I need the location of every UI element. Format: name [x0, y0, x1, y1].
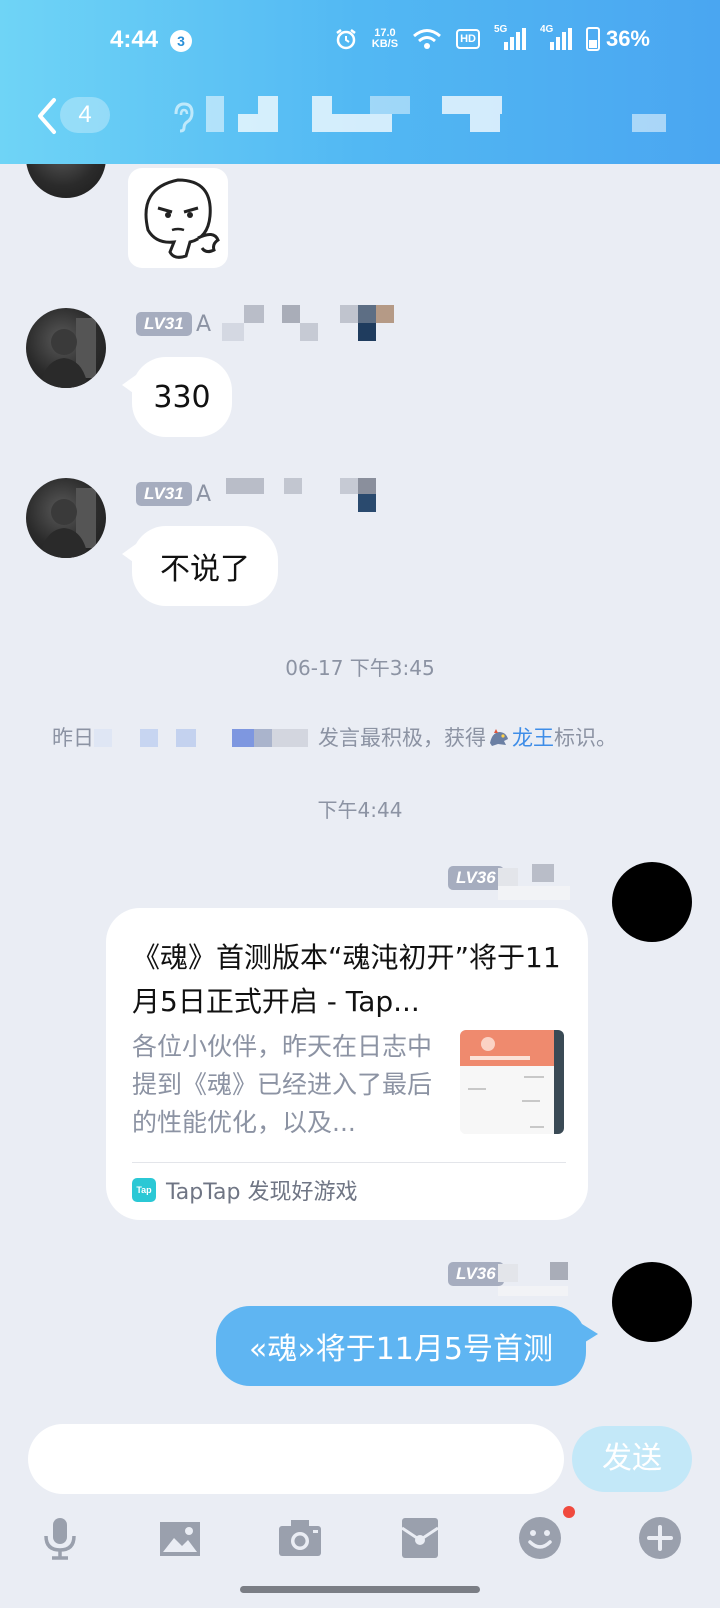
message-text: «魂»将于11月5号首测 [249, 1332, 553, 1367]
person-photo-icon [40, 488, 96, 558]
battery-indicator: 36% [585, 26, 650, 52]
blurred-name [222, 476, 402, 516]
network-speed-unit: KB/S [371, 38, 399, 50]
taptap-icon: Tap [132, 1178, 156, 1202]
message-input[interactable] [28, 1424, 564, 1494]
blurred-name [498, 1260, 578, 1300]
my-avatar[interactable] [612, 1262, 692, 1342]
link-card-description: 各位小伙伴，昨天在日志中提到《魂》已经进入了最后的性能优化，以及... [132, 1032, 433, 1137]
nav-bar: 4 [0, 82, 720, 164]
message-bubble[interactable]: 330 [122, 357, 232, 437]
home-indicator[interactable] [240, 1586, 480, 1593]
level-badge: LV36 [448, 866, 504, 890]
system-message-prefix: 昨日 [52, 726, 94, 750]
signal-5g-label: 5G [493, 24, 508, 35]
chat-header: 4:44 3 17.0 KB/S HD 5G 4G 36% 4 [0, 0, 720, 164]
mic-icon[interactable] [36, 1514, 84, 1562]
battery-percent: 36% [605, 26, 650, 51]
camera-icon[interactable] [276, 1514, 324, 1562]
sticker-message[interactable] [128, 168, 228, 268]
sender-name: A [196, 312, 212, 337]
signal-4g-icon: 4G [540, 24, 572, 50]
input-toolbar [0, 1498, 720, 1578]
message-bubble[interactable]: 不说了 [122, 526, 278, 606]
avatar[interactable] [26, 478, 106, 558]
blurred-name [94, 725, 318, 749]
dragon-king-label[interactable]: 龙王 [512, 722, 554, 752]
signal-5g-icon: 5G [494, 24, 526, 50]
level-badge: LV31 [136, 482, 192, 506]
unread-count-badge[interactable]: 4 [60, 97, 110, 133]
message-text: 330 [153, 379, 211, 415]
back-chevron-icon[interactable] [32, 94, 62, 138]
blurred-name [498, 862, 578, 902]
battery-icon [585, 27, 600, 51]
sticker-face-icon [144, 178, 220, 259]
status-bar: 4:44 3 17.0 KB/S HD 5G 4G 36% [0, 0, 720, 82]
notification-dot [563, 1506, 575, 1518]
message-text: 不说了 [160, 552, 250, 587]
link-card-title: 《魂》首测版本“魂沌初开”将于11月5日正式开启 - Tap... [132, 941, 561, 1018]
signal-4g-label: 4G [539, 24, 554, 35]
my-avatar[interactable] [612, 862, 692, 942]
my-message-bubble[interactable]: «魂»将于11月5号首测 [216, 1306, 598, 1386]
plus-icon[interactable] [636, 1514, 684, 1562]
image-icon[interactable] [156, 1514, 204, 1562]
timestamp: 下午4:44 [317, 798, 403, 822]
sender-name: A [196, 482, 212, 507]
network-speed: 17.0 KB/S [372, 28, 398, 50]
input-area: 发送 [0, 1390, 720, 1608]
divider [132, 1162, 566, 1163]
send-button[interactable]: 发送 [572, 1426, 692, 1492]
emoji-icon[interactable] [516, 1514, 564, 1562]
notification-count-badge: 3 [170, 30, 192, 52]
blurred-name [222, 305, 402, 345]
hd-voice-icon: HD [456, 29, 480, 49]
person-photo-icon [40, 318, 96, 388]
group-title-blurred[interactable] [200, 96, 680, 136]
level-badge: LV36 [448, 1262, 504, 1286]
wifi-icon [413, 29, 442, 49]
link-card-source-label: TapTap 发现好游戏 [166, 1180, 358, 1205]
system-message-suffix: 标识。 [554, 726, 617, 750]
red-packet-icon[interactable] [396, 1514, 444, 1562]
alarm-icon [336, 29, 356, 50]
avatar[interactable] [26, 308, 106, 388]
link-card[interactable]: 《魂》首测版本“魂沌初开”将于11月5日正式开启 - Tap... 各位小伙伴，… [106, 908, 588, 1220]
status-time: 4:44 [110, 26, 159, 53]
link-card-source: Tap TapTap 发现好游戏 [132, 1174, 357, 1206]
dragon-icon [488, 727, 510, 747]
link-card-thumbnail [460, 1030, 564, 1134]
earpiece-mode-icon[interactable] [168, 100, 198, 134]
chat-area[interactable]: LV31 A 330 LV31 A 不说了 06-17 下午3:45 昨日 发言… [0, 0, 720, 1390]
timestamp: 06-17 下午3:45 [285, 656, 435, 680]
status-icons: 17.0 KB/S HD 5G 4G 36% [334, 24, 650, 52]
system-message: 昨日 发言最积极，获得 龙王 标识。 [52, 722, 617, 752]
level-badge: LV31 [136, 312, 192, 336]
system-message-middle: 发言最积极，获得 [318, 726, 486, 750]
